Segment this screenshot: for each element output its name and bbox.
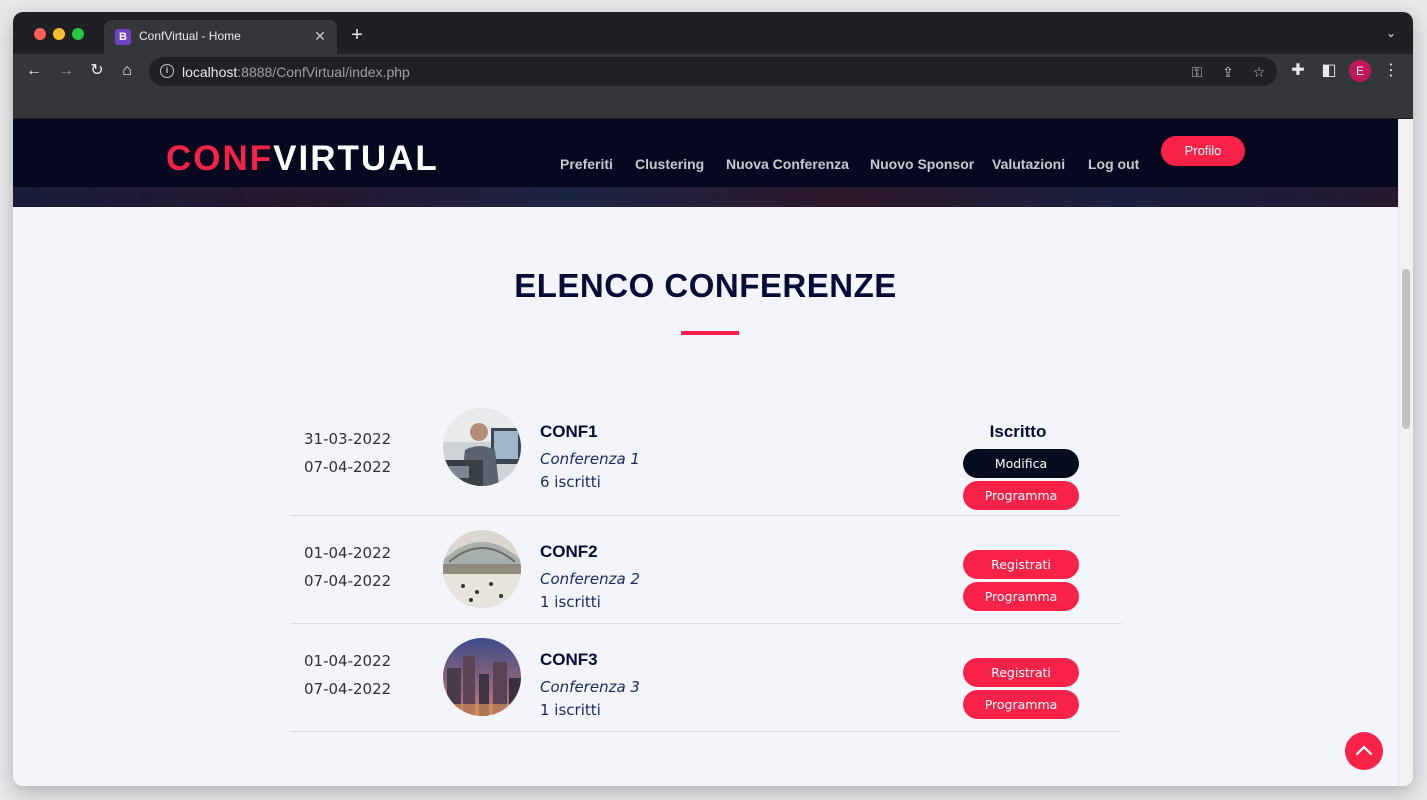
program-button[interactable]: Programma	[963, 481, 1079, 510]
profile-avatar[interactable]: E	[1349, 60, 1371, 82]
key-icon[interactable]: ⚿	[1188, 63, 1206, 81]
subscriber-count: 1 iscritti	[540, 701, 601, 719]
extensions-puzzle-icon[interactable]: ✚	[1286, 59, 1310, 83]
profile-button[interactable]: Profilo	[1161, 136, 1245, 166]
edit-button[interactable]: Modifica	[963, 449, 1079, 478]
browser-window: B ConfVirtual - Home ✕ + ⌄ ← → ↻ ⌂ i loc…	[13, 12, 1413, 786]
conference-name[interactable]: CONF3	[540, 650, 598, 670]
subscription-status: Iscritto	[989, 422, 1047, 441]
conference-description: Conferenza 2	[540, 570, 640, 588]
site-logo[interactable]: CONFVIRTUAL	[166, 139, 439, 179]
conference-row: 01-04-2022 07-04-2022 CONF2 Conferenza 2…	[290, 516, 1121, 624]
program-button[interactable]: Programma	[963, 690, 1079, 719]
site-info-icon[interactable]: i	[160, 64, 174, 78]
conference-name[interactable]: CONF2	[540, 542, 598, 562]
minimize-window-button[interactable]	[53, 28, 65, 40]
conference-row: 31-03-2022 07-04-2022 CONF1 Conferenza 1…	[290, 390, 1121, 516]
site-header: CONFVIRTUAL Preferiti Clustering Nuova C…	[13, 119, 1398, 207]
more-menu-icon[interactable]: ⋮	[1379, 59, 1403, 83]
close-tab-icon[interactable]: ✕	[311, 27, 329, 45]
home-icon[interactable]: ⌂	[115, 59, 139, 83]
scrollbar-thumb[interactable]	[1402, 269, 1410, 429]
conference-name[interactable]: CONF1	[540, 422, 598, 442]
end-date: 07-04-2022	[304, 458, 392, 476]
subscriber-count: 6 iscritti	[540, 473, 601, 491]
reload-icon[interactable]: ↻	[85, 59, 109, 83]
register-button[interactable]: Registrati	[963, 550, 1079, 579]
tab-strip: B ConfVirtual - Home ✕ + ⌄	[13, 12, 1413, 54]
tab-title: ConfVirtual - Home	[139, 29, 241, 43]
page-title: ELENCO CONFERENZE	[514, 267, 897, 304]
nav-clustering[interactable]: Clustering	[635, 156, 704, 172]
maximize-window-button[interactable]	[72, 28, 84, 40]
side-panel-icon[interactable]: ◧	[1317, 59, 1341, 83]
forward-arrow-icon[interactable]: →	[54, 59, 78, 83]
register-button[interactable]: Registrati	[963, 658, 1079, 687]
conference-description: Conferenza 3	[540, 678, 640, 696]
end-date: 07-04-2022	[304, 680, 392, 698]
conference-image	[443, 638, 521, 716]
share-icon[interactable]: ⇪	[1219, 63, 1237, 81]
conference-description: Conferenza 1	[540, 450, 640, 468]
logo-conf: CONF	[166, 139, 274, 178]
new-tab-button[interactable]: +	[346, 24, 368, 46]
bookmark-star-icon[interactable]: ☆	[1250, 63, 1268, 81]
back-to-top-button[interactable]	[1345, 732, 1383, 770]
logo-virtual: VIRTUAL	[273, 139, 439, 178]
start-date: 01-04-2022	[304, 544, 392, 562]
nav-nuovo-sponsor[interactable]: Nuovo Sponsor	[870, 156, 974, 172]
url-path: :8888/ConfVirtual/index.php	[237, 64, 410, 80]
nav-valutazioni[interactable]: Valutazioni	[992, 156, 1065, 172]
nav-preferiti[interactable]: Preferiti	[560, 156, 613, 172]
chevron-up-icon	[1355, 745, 1373, 756]
url-host: localhost	[182, 64, 238, 80]
address-bar[interactable]: i localhost:8888/ConfVirtual/index.php ⚿…	[149, 57, 1277, 86]
subscriber-count: 1 iscritti	[540, 593, 601, 611]
page-scrollbar[interactable]	[1398, 119, 1413, 786]
url-text[interactable]: localhost:8888/ConfVirtual/index.php	[182, 64, 410, 80]
nav-nuova-conferenza[interactable]: Nuova Conferenza	[726, 156, 849, 172]
bookmark-bar	[13, 89, 1413, 119]
nav-log-out[interactable]: Log out	[1088, 156, 1139, 172]
header-background-image	[13, 187, 1398, 207]
program-button[interactable]: Programma	[963, 582, 1079, 611]
bootstrap-favicon-icon: B	[115, 29, 131, 45]
browser-tab[interactable]: B ConfVirtual - Home ✕	[104, 20, 337, 54]
end-date: 07-04-2022	[304, 572, 392, 590]
start-date: 31-03-2022	[304, 430, 392, 448]
tab-search-chevron-icon[interactable]: ⌄	[1383, 26, 1399, 42]
close-window-button[interactable]	[34, 28, 46, 40]
title-divider	[681, 331, 739, 335]
back-arrow-icon[interactable]: ←	[22, 59, 46, 83]
conference-image	[443, 408, 521, 486]
browser-toolbar: ← → ↻ ⌂ i localhost:8888/ConfVirtual/ind…	[13, 54, 1413, 89]
conference-row: 01-04-2022 07-04-2022 CONF3 Conferenza 3…	[290, 624, 1121, 732]
conference-image	[443, 530, 521, 608]
start-date: 01-04-2022	[304, 652, 392, 670]
